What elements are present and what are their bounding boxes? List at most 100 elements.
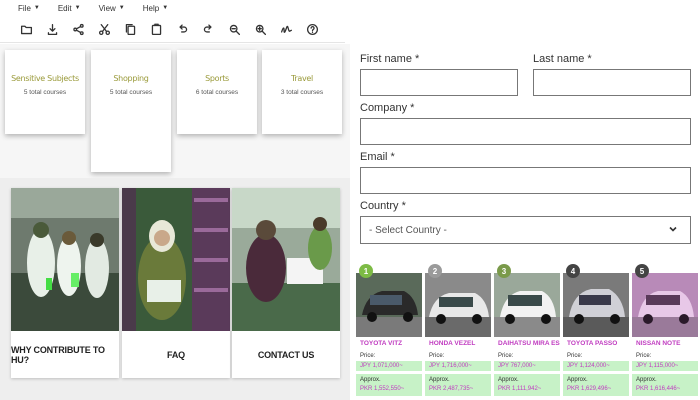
- company-label: Company *: [360, 102, 415, 114]
- category-count: 5 total courses: [23, 89, 67, 96]
- car-item-3[interactable]: 3 DAIHATSU MIRA ES Price: JPY 767,000~ A…: [494, 261, 560, 400]
- tile-why-contribute[interactable]: WHY CONTRIBUTE TO HU?: [11, 188, 119, 378]
- office-photo: [232, 188, 340, 331]
- menu-edit-label: Edit: [57, 3, 72, 13]
- approx-band: Approx. PKR 1,552,550~: [356, 374, 422, 396]
- contact-form: First name * Last name * Company * Email…: [350, 44, 700, 256]
- category-count: 6 total courses: [195, 89, 239, 96]
- category-name: Shopping: [113, 74, 149, 83]
- country-select[interactable]: - Select Country -: [360, 216, 691, 244]
- tile-faq[interactable]: FAQ: [122, 188, 230, 378]
- approx-value: PKR 1,111,942~: [498, 386, 542, 392]
- zoom-out-icon[interactable]: [226, 22, 242, 38]
- zoom-in-icon[interactable]: [252, 22, 268, 38]
- approx-label: Approx.: [636, 377, 657, 383]
- approx-label: Approx.: [429, 377, 450, 383]
- menu-bar: File ▼ Edit ▼ View ▼ Help ▼: [0, 0, 350, 16]
- rank-5-badge-icon: 5: [635, 264, 649, 278]
- car-name: NISSAN NOTE: [636, 340, 681, 347]
- rank-3-medal-icon: 3: [497, 264, 511, 278]
- paste-icon[interactable]: [148, 22, 164, 38]
- approx-band: Approx. PKR 2,487,735~: [425, 374, 491, 396]
- company-input[interactable]: [360, 118, 691, 145]
- cut-icon[interactable]: [96, 22, 112, 38]
- approx-label: Approx.: [360, 377, 381, 383]
- caret-down-icon: ▼: [162, 5, 169, 11]
- price-value: JPY 1,716,000~: [425, 361, 491, 371]
- toolbar: [0, 17, 345, 43]
- signature-icon[interactable]: [278, 22, 294, 38]
- car-name: TOYOTA PASSO: [567, 340, 618, 347]
- tile-contact-us[interactable]: CONTACT US: [232, 188, 340, 378]
- price-label: Price:: [636, 353, 652, 359]
- car-name: TOYOTA VITZ: [360, 340, 403, 347]
- approx-band: Approx. PKR 1,111,942~: [494, 374, 560, 396]
- help-icon[interactable]: [304, 22, 320, 38]
- car-photo: [494, 273, 560, 337]
- category-count: 3 total courses: [280, 89, 324, 96]
- category-card-sensitive-subjects[interactable]: Sensitive Subjects 5 total courses: [5, 50, 85, 134]
- last-name-input[interactable]: [533, 69, 691, 96]
- info-tiles-section: WHY CONTRIBUTE TO HU? FAQ CONTACT US: [0, 178, 350, 400]
- category-card-shopping[interactable]: Shopping 5 total courses: [91, 50, 171, 172]
- caret-down-icon: ▼: [33, 5, 40, 11]
- category-name: Sports: [205, 74, 229, 83]
- country-label: Country *: [360, 200, 406, 212]
- menu-view[interactable]: View ▼: [99, 4, 125, 13]
- category-card-sports[interactable]: Sports 6 total courses: [177, 50, 257, 134]
- caret-down-icon: ▼: [74, 5, 81, 11]
- download-icon[interactable]: [44, 22, 60, 38]
- car-photo: [356, 273, 422, 337]
- menu-help-label: Help: [142, 3, 160, 13]
- menu-view-label: View: [98, 3, 116, 13]
- library-photo: [122, 188, 230, 331]
- email-input[interactable]: [360, 167, 691, 194]
- page: File ▼ Edit ▼ View ▼ Help ▼ Sensitive Subjec…: [0, 0, 700, 400]
- category-section: Sensitive Subjects 5 total courses Shopp…: [0, 44, 350, 178]
- price-label: Price:: [429, 353, 445, 359]
- lab-photo: [11, 188, 119, 331]
- price-value: JPY 767,000~: [494, 361, 560, 371]
- approx-label: Approx.: [498, 377, 519, 383]
- category-card-travel[interactable]: Travel 3 total courses: [262, 50, 342, 134]
- menu-help[interactable]: Help ▼: [143, 4, 168, 13]
- car-item-4[interactable]: 4 TOYOTA PASSO Price: JPY 1,124,000~ App…: [563, 261, 629, 400]
- last-name-label: Last name *: [533, 53, 592, 65]
- menu-file[interactable]: File ▼: [18, 4, 40, 13]
- car-photo: [425, 273, 491, 337]
- rank-2-medal-icon: 2: [428, 264, 442, 278]
- first-name-label: First name *: [360, 53, 420, 65]
- caret-down-icon: ▼: [118, 5, 125, 11]
- price-value: JPY 1,071,000~: [356, 361, 422, 371]
- email-label: Email *: [360, 151, 395, 163]
- car-name: DAIHATSU MIRA ES: [498, 340, 560, 347]
- country-select-value: - Select Country -: [369, 224, 447, 236]
- redo-icon[interactable]: [200, 22, 216, 38]
- price-value: JPY 1,124,000~: [563, 361, 629, 371]
- car-name: HONDA VEZEL: [429, 340, 476, 347]
- open-folder-icon[interactable]: [18, 22, 34, 38]
- undo-icon[interactable]: [174, 22, 190, 38]
- approx-band: Approx. PKR 1,616,446~: [632, 374, 698, 396]
- tile-label: FAQ: [167, 349, 185, 360]
- car-item-2[interactable]: 2 HONDA VEZEL Price: JPY 1,716,000~ Appr…: [425, 261, 491, 400]
- approx-band: Approx. PKR 1,629,496~: [563, 374, 629, 396]
- approx-value: PKR 1,616,446~: [636, 386, 681, 392]
- car-ranking: 1 TOYOTA VITZ Price: JPY 1,071,000~ Appr…: [350, 256, 700, 400]
- copy-icon[interactable]: [122, 22, 138, 38]
- menu-edit[interactable]: Edit ▼: [58, 4, 81, 13]
- car-photo: [632, 273, 698, 337]
- menu-file-label: File: [18, 3, 31, 13]
- price-label: Price:: [567, 353, 583, 359]
- price-label: Price:: [360, 353, 376, 359]
- first-name-input[interactable]: [360, 69, 518, 96]
- approx-value: PKR 1,552,550~: [360, 386, 405, 392]
- car-item-5[interactable]: 5 NISSAN NOTE Price: JPY 1,115,000~ Appr…: [632, 261, 698, 400]
- share-icon[interactable]: [70, 22, 86, 38]
- category-count: 5 total courses: [109, 89, 153, 96]
- approx-label: Approx.: [567, 377, 588, 383]
- approx-value: PKR 1,629,496~: [567, 386, 612, 392]
- chevron-down-icon: [668, 224, 678, 237]
- price-value: JPY 1,115,000~: [632, 361, 698, 371]
- car-item-1[interactable]: 1 TOYOTA VITZ Price: JPY 1,071,000~ Appr…: [356, 261, 422, 400]
